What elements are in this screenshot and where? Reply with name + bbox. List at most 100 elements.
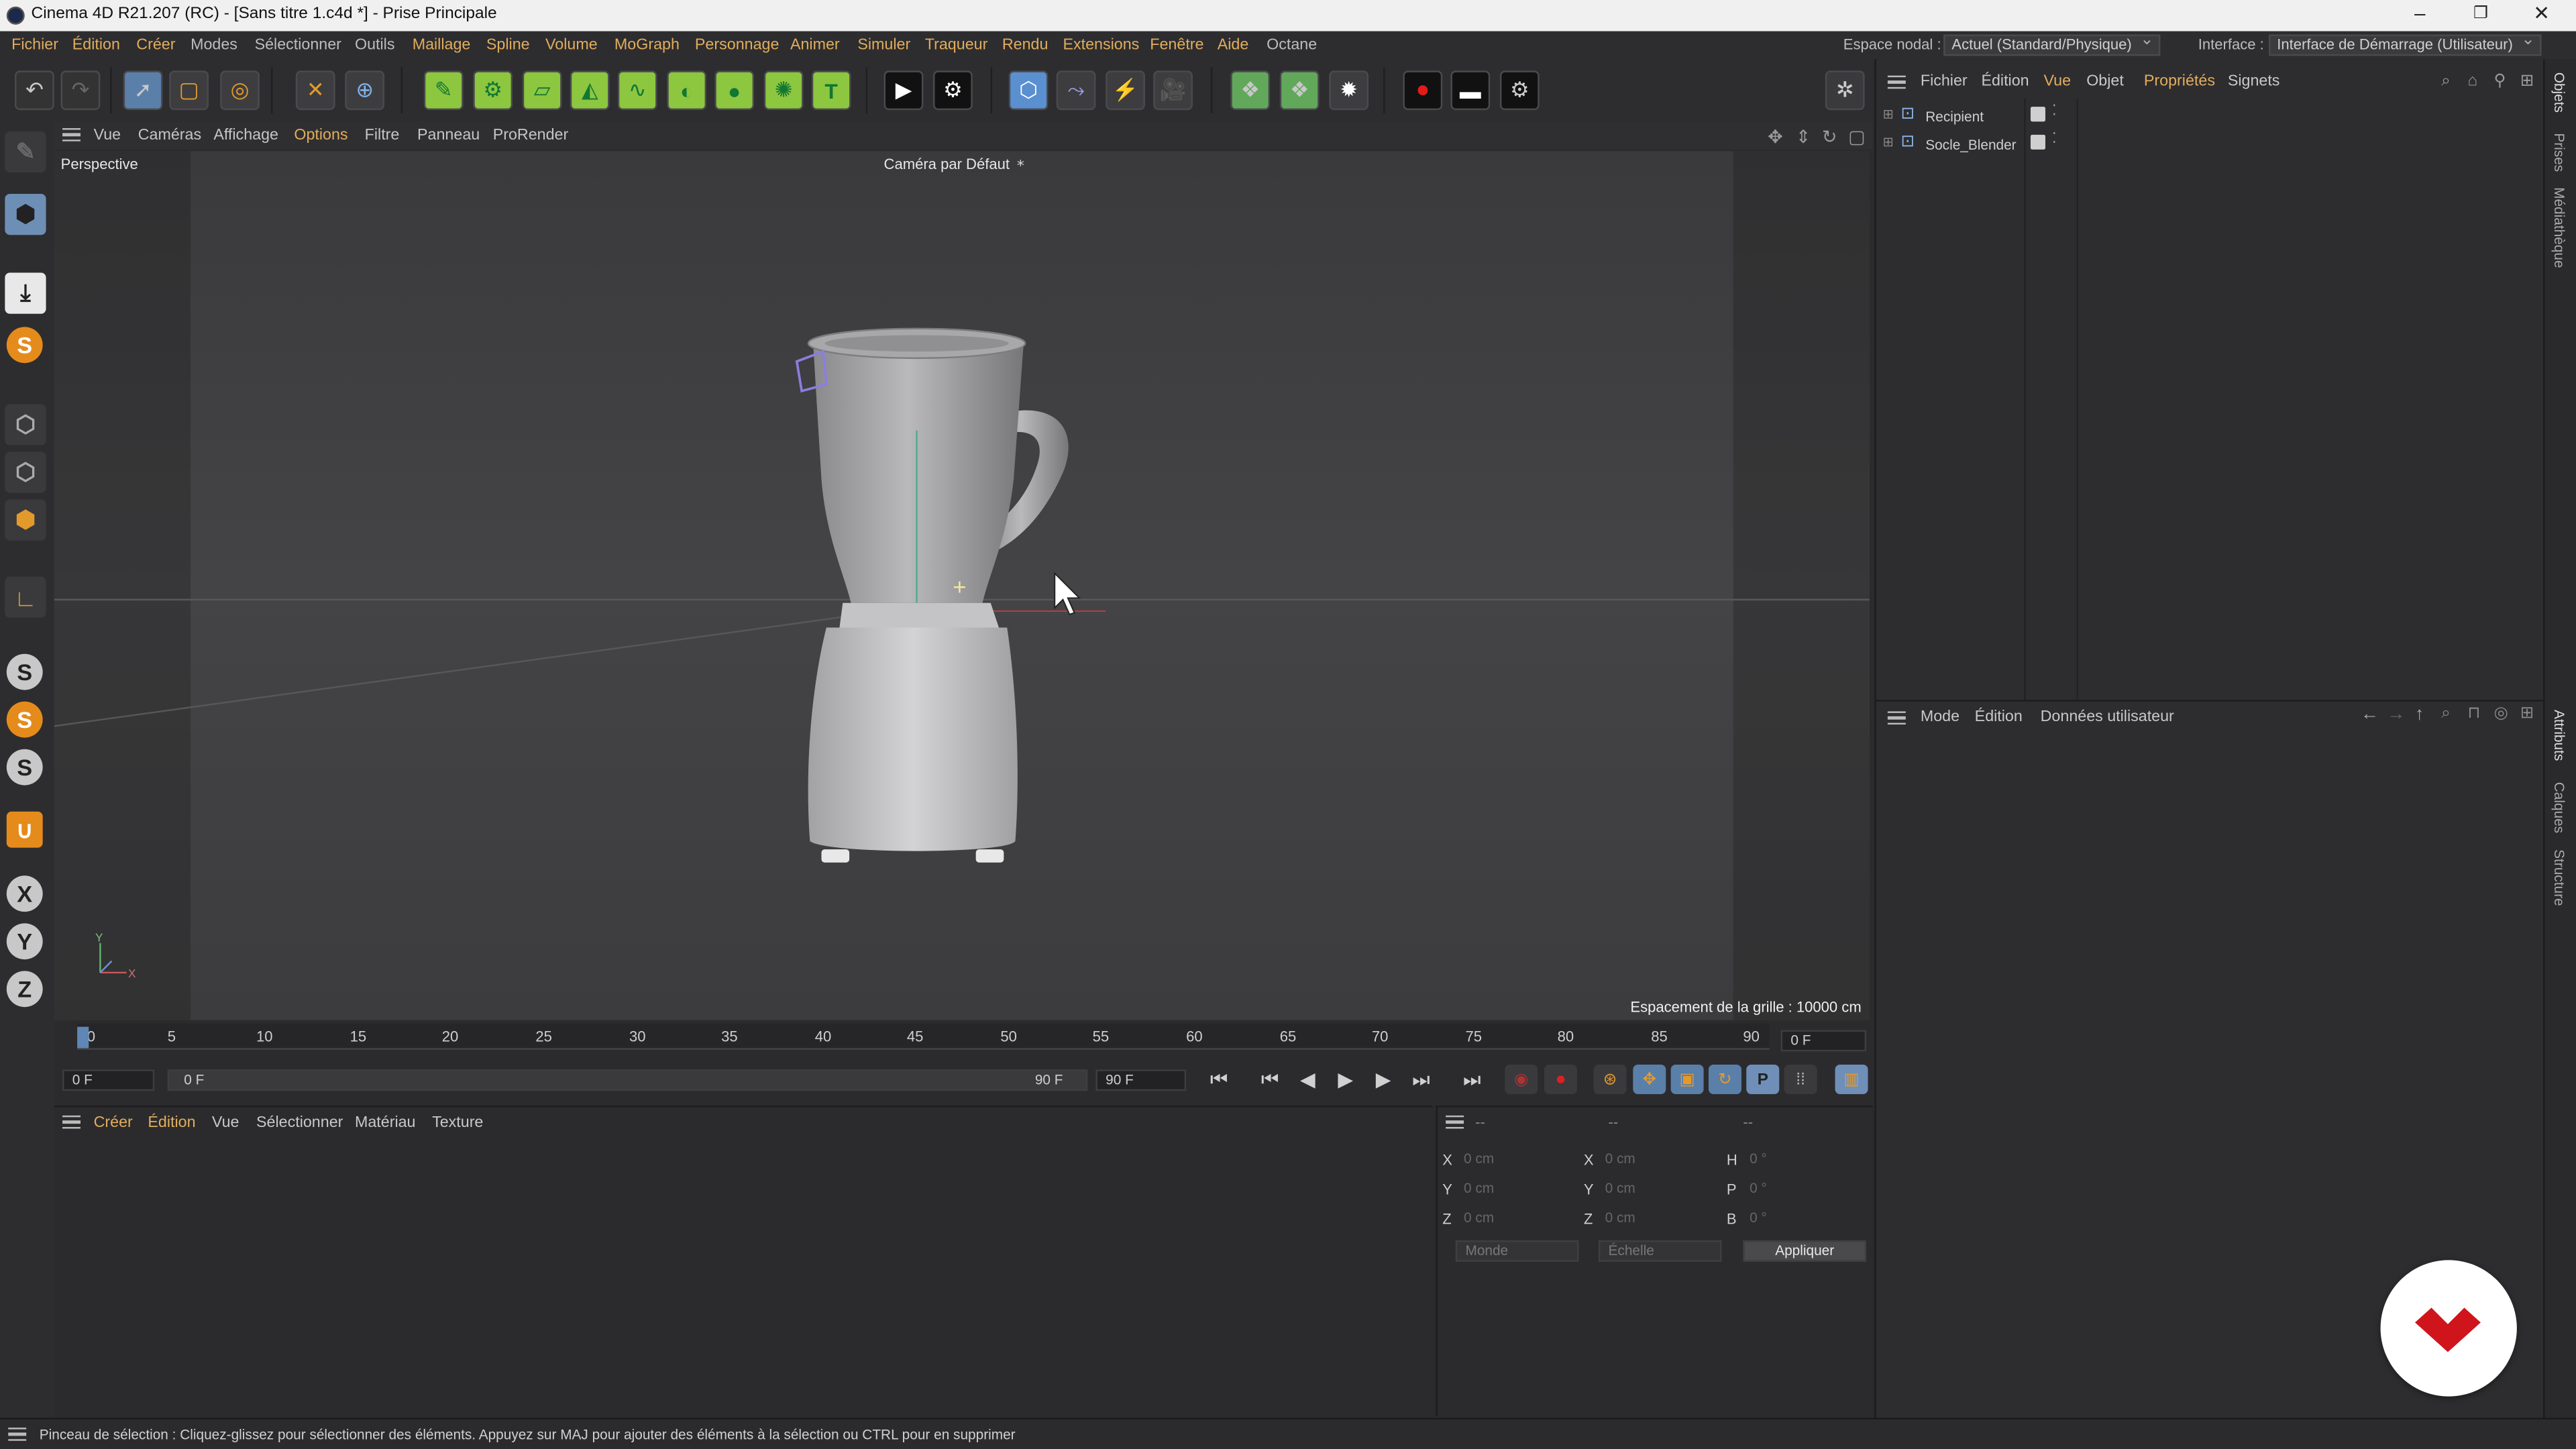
menu-octane[interactable]: Octane — [1267, 36, 1317, 54]
record-keys-icon[interactable]: ◉ — [1505, 1064, 1538, 1095]
key-parameter-icon[interactable]: P — [1746, 1064, 1780, 1095]
rectangle-selection-icon[interactable]: ▢ — [169, 70, 209, 111]
3d-viewport[interactable]: Perspective Caméra par Défaut ⁎ + Y X Es… — [54, 151, 1870, 1020]
attributes-menu-mode[interactable]: Mode — [1921, 708, 1960, 727]
menu-modes[interactable]: Modes — [191, 36, 237, 54]
text-spline-icon[interactable]: T — [811, 70, 851, 111]
menu-traqueur[interactable]: Traqueur — [925, 36, 988, 54]
sweep-icon[interactable]: ◭ — [570, 70, 610, 111]
expand-icon[interactable]: ⊞ — [1883, 135, 1894, 150]
menu-extensions[interactable]: Extensions — [1063, 36, 1139, 54]
viewport-zoom-icon[interactable]: ⇕ — [1796, 127, 1811, 148]
objects-menu-signets[interactable]: Signets — [2228, 72, 2280, 91]
polygons-mode-icon[interactable]: ⬢ — [5, 499, 46, 541]
layer-icon[interactable] — [2030, 134, 2045, 150]
edges-mode-icon[interactable]: ⬡ — [5, 451, 46, 493]
objects-menu-fichier[interactable]: Fichier — [1921, 72, 1968, 91]
interface-select[interactable]: Interface de Démarrage (Utilisateur) — [2269, 32, 2542, 56]
rotation-b-field[interactable]: 0 ° — [1743, 1208, 1866, 1229]
menu-maillage[interactable]: Maillage — [413, 36, 471, 54]
size-y-field[interactable]: 0 cm — [1599, 1178, 1722, 1199]
position-z-field[interactable]: 0 cm — [1457, 1208, 1580, 1229]
menu-volume[interactable]: Volume — [545, 36, 598, 54]
cloner-icon[interactable]: ❖ — [1230, 70, 1271, 111]
objects-menu-edition[interactable]: Édition — [1981, 72, 2029, 91]
fracture-icon[interactable]: ❖ — [1279, 70, 1320, 111]
start-frame-field[interactable]: 0 F — [62, 1069, 155, 1091]
viewport-menu-prorender[interactable]: ProRender — [493, 127, 569, 145]
frame-range-slider[interactable]: 0 F 90 F — [167, 1069, 1088, 1091]
menu-outils[interactable]: Outils — [355, 36, 395, 54]
model-mode-icon[interactable]: ✕ — [295, 70, 335, 111]
viewport-hamburger-icon[interactable] — [62, 128, 81, 142]
layer-icon[interactable] — [2030, 107, 2045, 122]
objects-menu-objet[interactable]: Objet — [2086, 72, 2124, 91]
lathe-icon[interactable]: ◐ — [667, 70, 707, 111]
lock-z-icon[interactable]: Z — [6, 971, 43, 1008]
key-selection-icon[interactable]: ⊛ — [1593, 1064, 1627, 1095]
loft-icon[interactable]: ∿ — [617, 70, 657, 111]
up-arrow-icon[interactable]: ↑ — [2415, 705, 2424, 724]
filter-icon[interactable]: ⚲ — [2494, 72, 2506, 91]
previous-key-icon[interactable]: ⏮ — [1255, 1065, 1285, 1094]
viewport-menu-cameras[interactable]: Caméras — [138, 127, 201, 145]
materials-menu-texture[interactable]: Texture — [432, 1114, 483, 1132]
live-selection-icon[interactable]: ➚ — [123, 70, 163, 111]
menu-simuler[interactable]: Simuler — [857, 36, 910, 54]
viewport-menu-options[interactable]: Options — [294, 127, 347, 145]
render-settings-icon[interactable]: ⚙ — [933, 70, 973, 111]
viewport-menu-filtre[interactable]: Filtre — [365, 127, 400, 145]
key-pla-icon[interactable]: ⁞⁞ — [1784, 1064, 1817, 1095]
tab-prises[interactable]: Prises — [2551, 133, 2567, 172]
materials-menu-creer[interactable]: Créer — [94, 1114, 133, 1132]
previous-frame-icon[interactable]: ◀ — [1293, 1065, 1322, 1094]
menu-spline[interactable]: Spline — [486, 36, 530, 54]
back-arrow-icon[interactable]: ← — [2361, 705, 2379, 724]
search-icon[interactable]: ⌕ — [2441, 72, 2451, 91]
make-editable-icon[interactable]: ✎ — [5, 131, 46, 173]
new-panel-icon[interactable]: ⊞ — [2520, 705, 2534, 723]
tab-objets[interactable]: Objets — [2551, 72, 2567, 113]
objects-hamburger-icon[interactable] — [1887, 75, 1906, 89]
object-row[interactable]: ⊞ ⊡ Socle_Blender — [1883, 133, 2021, 156]
position-y-field[interactable]: 0 cm — [1457, 1178, 1580, 1199]
layout-switch-icon[interactable]: ✲ — [1825, 70, 1865, 111]
deformer-icon[interactable]: ⤳ — [1056, 70, 1096, 111]
timeline-ruler[interactable]: 0 5 10 15 20 25 30 35 40 45 50 55 60 65 … — [77, 1023, 1770, 1050]
status-hamburger-icon[interactable] — [8, 1428, 27, 1441]
menu-fichier[interactable]: Fichier — [11, 36, 58, 54]
subdivision-icon[interactable]: ⚙ — [473, 70, 513, 111]
extrude-icon[interactable]: ▱ — [522, 70, 562, 111]
menu-mograph[interactable]: MoGraph — [614, 36, 680, 54]
go-to-end-icon[interactable]: ⏭ — [1457, 1065, 1487, 1094]
points-mode-icon[interactable]: ⬡ — [5, 404, 46, 445]
next-frame-icon[interactable]: ▶ — [1368, 1065, 1398, 1094]
menu-fenetre[interactable]: Fenêtre — [1150, 36, 1203, 54]
size-x-field[interactable]: 0 cm — [1599, 1148, 1722, 1170]
tab-structure[interactable]: Structure — [2551, 849, 2567, 906]
snap-icon[interactable]: ⤓ — [5, 272, 46, 314]
menu-rendu[interactable]: Rendu — [1002, 36, 1049, 54]
key-position-icon[interactable]: ✥ — [1633, 1064, 1666, 1095]
key-rotation-icon[interactable]: ↻ — [1708, 1064, 1741, 1095]
object-row[interactable]: ⊞ ⊡ Recipient — [1883, 105, 2021, 128]
menu-creer[interactable]: Créer — [136, 36, 175, 54]
attributes-hamburger-icon[interactable] — [1887, 711, 1906, 725]
close-icon[interactable]: ✕ — [2525, 1, 2558, 24]
lock-icon[interactable]: ⊓ — [2467, 705, 2480, 723]
menu-personnage[interactable]: Personnage — [695, 36, 779, 54]
octane-live-icon[interactable]: ▬ — [1450, 70, 1491, 111]
coordinate-system-icon[interactable]: ⊕ — [345, 70, 385, 111]
timeline-window-icon[interactable]: ▥ — [1835, 1064, 1868, 1095]
objects-menu-proprietes[interactable]: Propriétés — [2144, 72, 2215, 91]
viewport-menu-affichage[interactable]: Affichage — [213, 127, 278, 145]
current-frame-field[interactable]: 0 F — [1780, 1030, 1867, 1052]
solo-s-icon[interactable]: S — [6, 701, 43, 738]
materials-menu-materiau[interactable]: Matériau — [355, 1114, 416, 1132]
viewport-maximize-icon[interactable]: ▢ — [1848, 127, 1865, 148]
node-space-select[interactable]: Actuel (Standard/Physique) — [1943, 32, 2161, 56]
playhead[interactable] — [77, 1026, 89, 1049]
visibility-dots-icon[interactable]: ⁚ — [2052, 129, 2057, 148]
scale-select[interactable]: Échelle — [1598, 1240, 1722, 1262]
expand-icon[interactable]: ⊞ — [1883, 107, 1894, 121]
